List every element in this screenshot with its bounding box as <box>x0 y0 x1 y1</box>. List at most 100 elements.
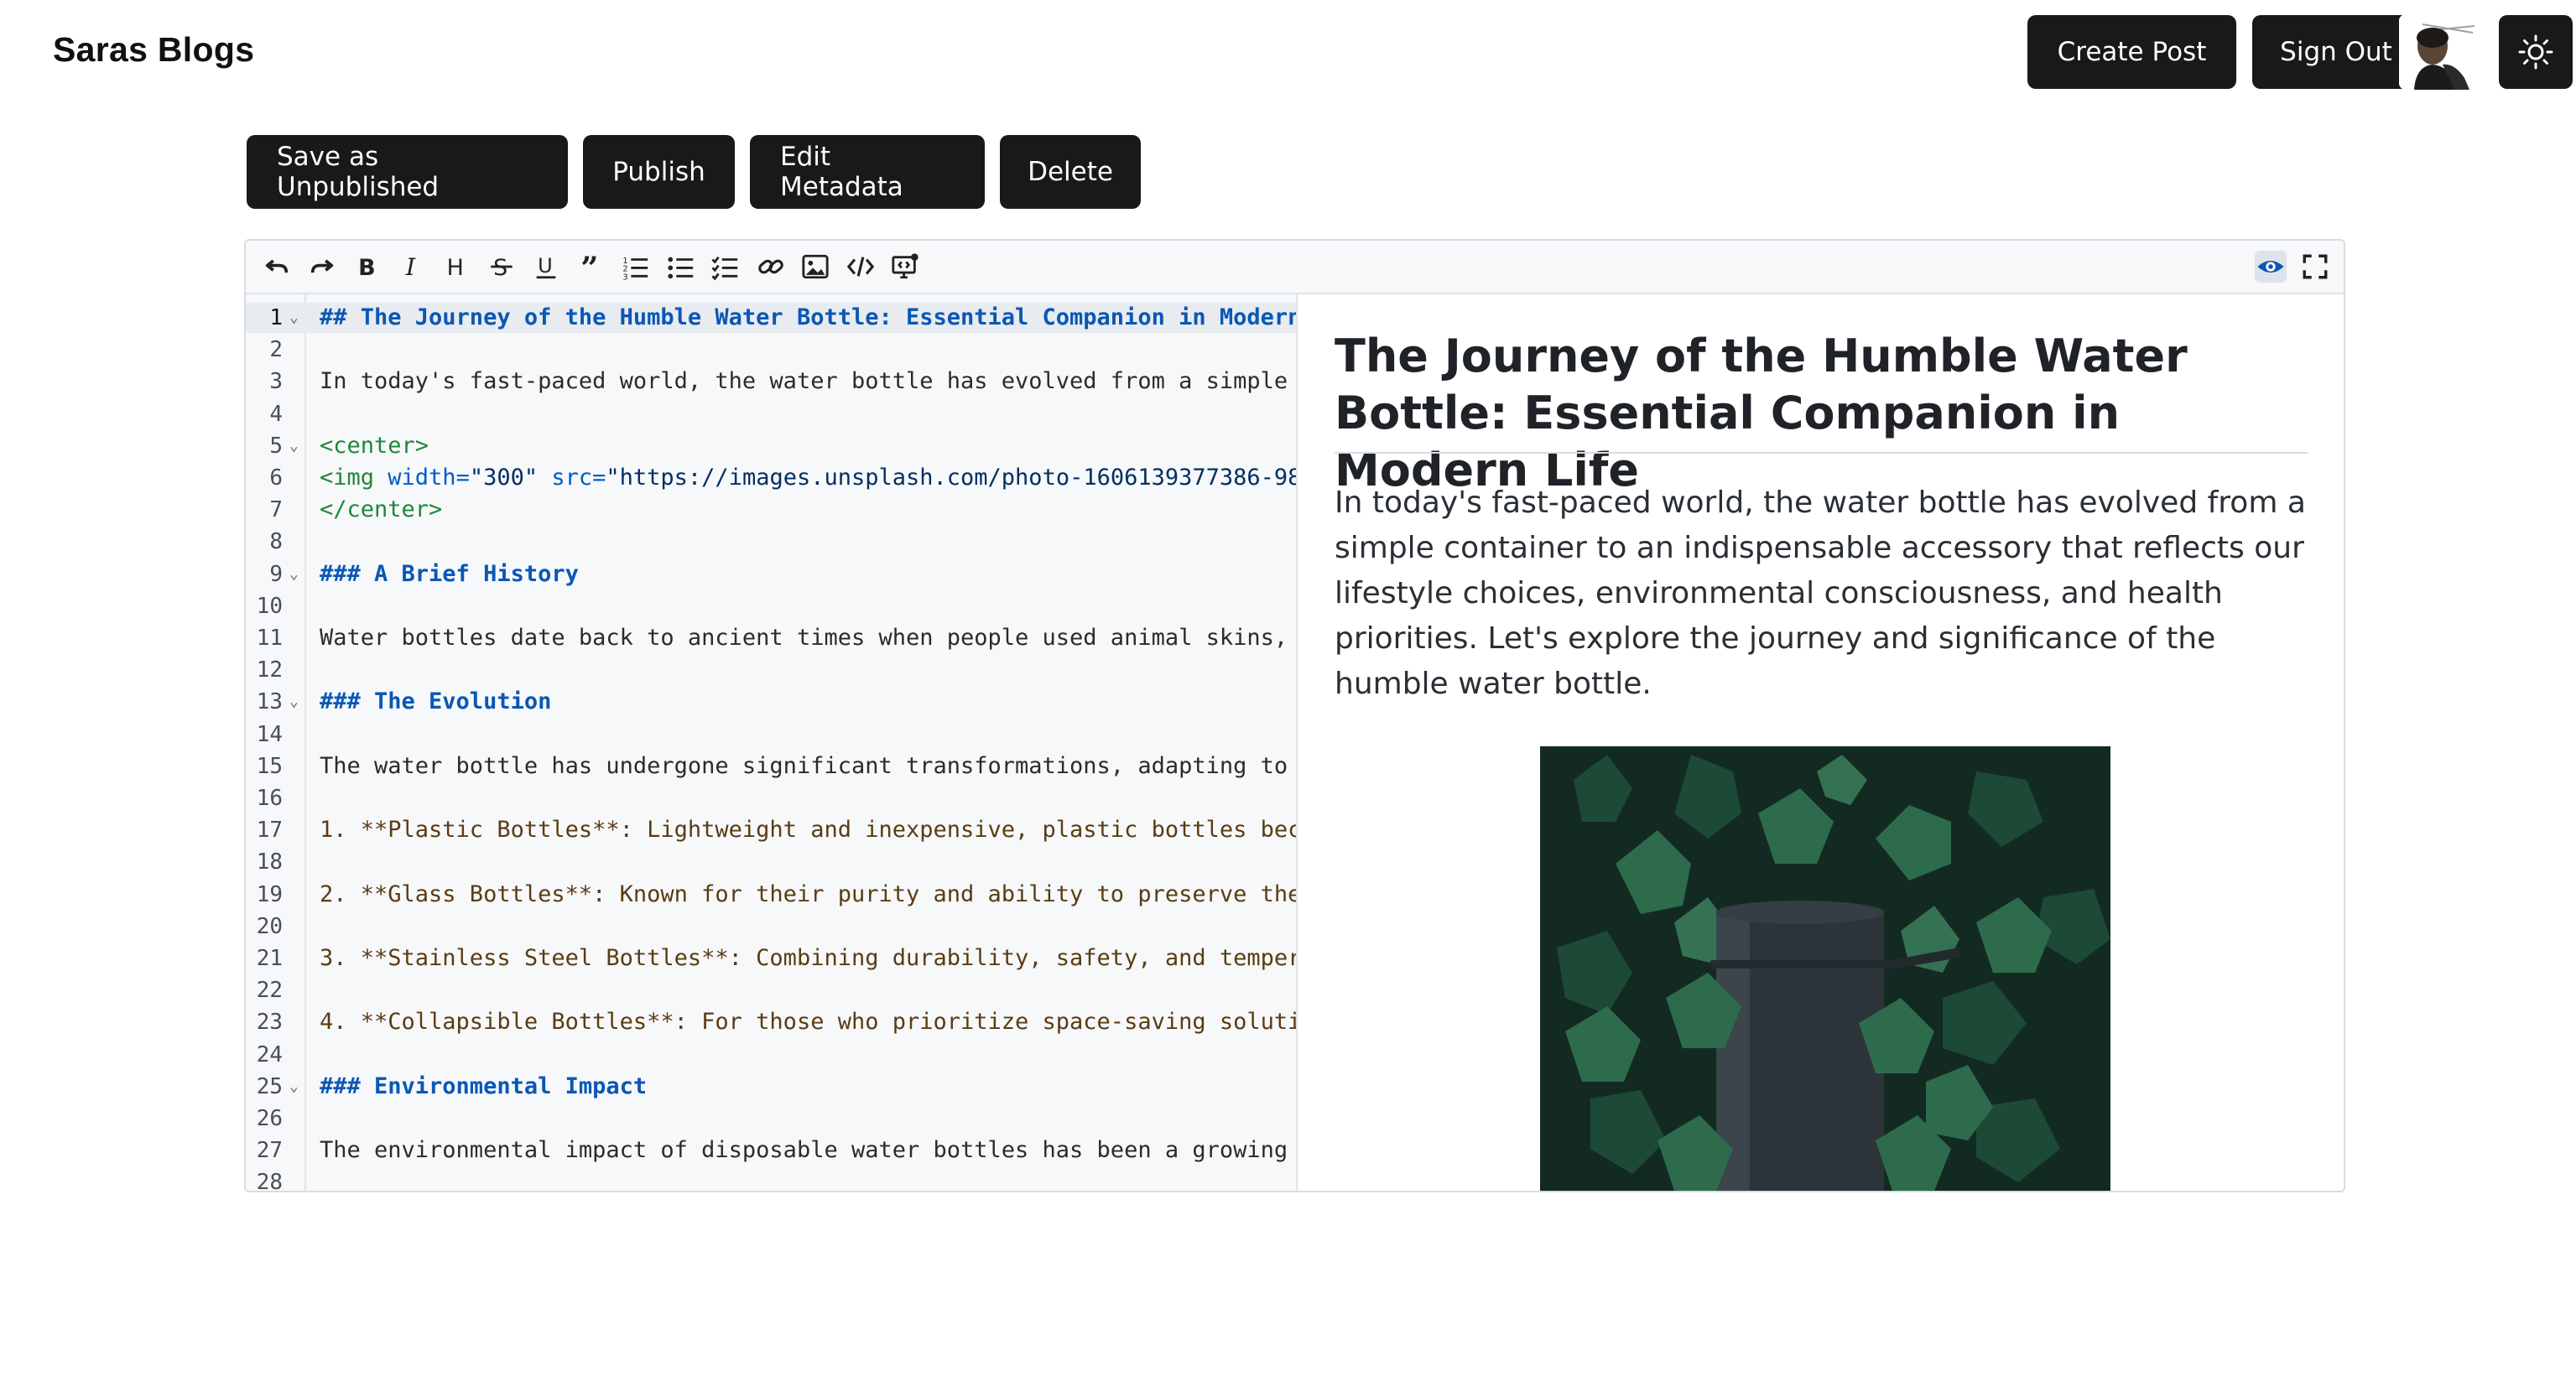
underline-icon[interactable]: U <box>530 251 562 283</box>
fold-chevron-icon[interactable]: ⌄ <box>289 687 299 717</box>
line-number: 18 <box>256 849 283 875</box>
edit-metadata-button[interactable]: Edit Metadata <box>750 135 985 209</box>
code-line[interactable]: 9 ⌄ ### A Brief History <box>246 559 1296 590</box>
line-number: 26 <box>256 1106 283 1131</box>
line-number: 4 <box>269 401 283 427</box>
line-number: 5 <box>269 433 283 459</box>
code-line[interactable]: 28 <box>246 1167 1296 1192</box>
preview-eye-icon[interactable] <box>2255 251 2287 283</box>
line-number: 16 <box>256 786 283 811</box>
code-text: Water bottles date back to ancient times… <box>320 625 1298 651</box>
code-line[interactable]: 3 In today's fast-paced world, the water … <box>246 366 1298 397</box>
sign-out-button[interactable]: Sign Out <box>2252 15 2420 89</box>
fold-chevron-icon[interactable]: ⌄ <box>289 431 299 461</box>
fullscreen-icon[interactable] <box>2299 251 2331 283</box>
line-number: 12 <box>256 657 283 683</box>
preview-intro-paragraph: In today's fast-paced world, the water b… <box>1335 486 2306 701</box>
undo-icon[interactable] <box>261 251 293 283</box>
code-text: 3. **Stainless Steel Bottles**: Combinin… <box>320 945 1298 971</box>
code-line[interactable]: 24 <box>246 1040 1296 1070</box>
markdown-editor: B I H S U ” 123 1⌄## The Journey of the … <box>244 239 2345 1192</box>
markdown-code-pane[interactable]: 1 ⌄ ## The Journey of the Humble Water Bot… <box>246 294 1298 1192</box>
code-text: ## The Journey of the Humble Water Bottl… <box>320 304 1298 330</box>
preview-title: The Journey of the Humble Water Bottle: … <box>1335 330 2188 496</box>
code-text: 2. **Glass Bottles**: Known for their pu… <box>320 880 1298 907</box>
fold-chevron-icon[interactable]: ⌄ <box>289 303 299 333</box>
line-number: 17 <box>256 818 283 844</box>
create-post-button[interactable]: Create Post <box>2027 15 2236 89</box>
code-line[interactable]: 13 ⌄ ### The Evolution <box>246 687 1296 717</box>
line-number: 15 <box>256 753 283 779</box>
code-text: In today's fast-paced world, the water b… <box>320 368 1298 395</box>
line-number: 22 <box>256 978 283 1004</box>
code-line[interactable]: 21 3. **Stainless Steel Bottles**: Combin… <box>246 943 1298 974</box>
code-text: <img width="300" src="https://images.uns… <box>320 465 1298 491</box>
code-line[interactable]: 27 The environmental impact of disposable… <box>246 1135 1296 1166</box>
image-icon[interactable] <box>799 251 831 283</box>
code-line[interactable]: 26 <box>246 1104 1296 1134</box>
code-line[interactable]: 22 <box>246 975 1296 1005</box>
strikethrough-icon[interactable]: S <box>486 251 518 283</box>
line-number: 24 <box>256 1041 283 1067</box>
code-text: </center> <box>320 496 443 523</box>
user-avatar[interactable] <box>2399 14 2475 90</box>
code-text: 4. **Collapsible Bottles**: For those wh… <box>320 1009 1298 1036</box>
checklist-icon[interactable] <box>710 251 742 283</box>
code-line[interactable]: 11 Water bottles date back to ancient tim… <box>246 623 1298 653</box>
embed-icon[interactable] <box>889 251 921 283</box>
code-line[interactable]: 7 </center> <box>246 495 1296 525</box>
fold-chevron-icon[interactable]: ⌄ <box>289 1072 299 1102</box>
code-line[interactable]: 15 The water bottle has undergone signifi… <box>246 751 1298 782</box>
quote-icon[interactable]: ” <box>575 251 607 283</box>
save-unpublished-button[interactable]: Save as Unpublished <box>247 135 568 209</box>
code-text: The water bottle has undergone significa… <box>320 752 1298 779</box>
code-line[interactable]: 16 <box>246 783 1296 813</box>
code-line[interactable]: 23 4. **Collapsible Bottles**: For those … <box>246 1007 1298 1037</box>
line-number: 3 <box>269 369 283 395</box>
code-line[interactable]: 17 1. **Plastic Bottles**: Lightweight an… <box>246 815 1296 845</box>
heading-icon[interactable]: H <box>440 251 472 283</box>
code-line[interactable]: 20 <box>246 912 1296 942</box>
link-icon[interactable] <box>755 251 787 283</box>
delete-button[interactable]: Delete <box>1000 135 1141 209</box>
line-number: 28 <box>256 1170 283 1192</box>
line-number: 14 <box>256 721 283 747</box>
code-line[interactable]: 10 <box>246 591 1296 621</box>
code-icon[interactable] <box>845 251 877 283</box>
publish-button[interactable]: Publish <box>583 135 735 209</box>
code-line[interactable]: 1 ⌄ ## The Journey of the Humble Water Bot… <box>246 303 1298 333</box>
line-number: 8 <box>269 529 283 555</box>
code-line[interactable]: 25 ⌄ ### Environmental Impact <box>246 1072 1296 1102</box>
code-text: <center> <box>320 432 429 459</box>
code-line[interactable]: 2 <box>246 335 1296 365</box>
fold-chevron-icon[interactable]: ⌄ <box>289 559 299 590</box>
code-line[interactable]: 18 <box>246 847 1296 877</box>
bold-icon[interactable]: B <box>351 251 382 283</box>
code-line[interactable]: 12 <box>246 655 1296 685</box>
editor-toolbar: B I H S U ” 123 <box>246 241 2344 294</box>
code-line[interactable]: 8 <box>246 527 1296 557</box>
code-line[interactable]: 6 <img width="300" src="https://images.un… <box>246 463 1298 493</box>
redo-icon[interactable] <box>306 251 338 283</box>
unordered-list-icon[interactable] <box>665 251 697 283</box>
code-text: ### A Brief History <box>320 560 579 587</box>
sun-icon <box>2518 34 2553 70</box>
line-number: 27 <box>256 1138 283 1164</box>
code-line[interactable]: 4 <box>246 399 1296 429</box>
line-number: 11 <box>256 626 283 651</box>
code-line[interactable]: 19 2. **Glass Bottles**: Known for their … <box>246 880 1298 910</box>
code-line[interactable]: 14 <box>246 719 1296 750</box>
code-line[interactable]: 5 ⌄ <center> <box>246 431 1296 461</box>
svg-text:”: ” <box>580 252 598 281</box>
line-number: 7 <box>269 497 283 523</box>
ordered-list-icon[interactable]: 123 <box>620 251 652 283</box>
italic-icon[interactable]: I <box>396 251 428 283</box>
svg-text:I: I <box>405 253 416 281</box>
line-number: 1 <box>269 305 283 330</box>
markdown-preview-pane: The Journey of the Humble Water Bottle: … <box>1298 294 2344 1191</box>
line-number: 20 <box>256 913 283 939</box>
site-brand[interactable]: Saras Blogs <box>53 30 254 70</box>
line-number: 25 <box>256 1073 283 1099</box>
line-number: 23 <box>256 1010 283 1036</box>
theme-toggle-button[interactable] <box>2499 15 2573 89</box>
